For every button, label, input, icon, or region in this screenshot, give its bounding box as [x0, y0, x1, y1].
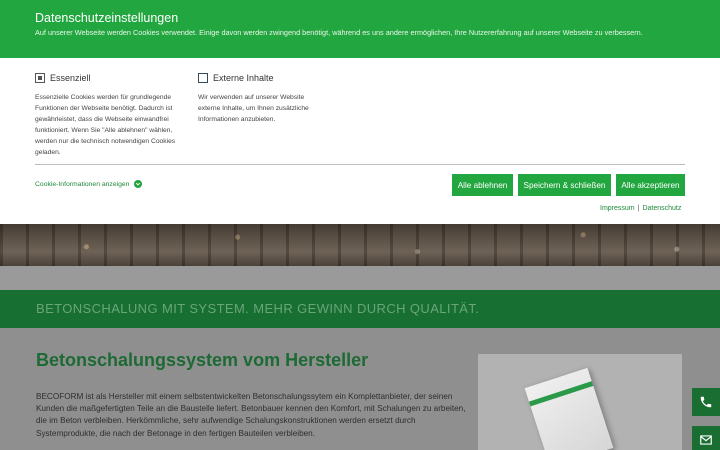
cookie-info-link[interactable]: Cookie-Informationen anzeigen	[35, 180, 143, 188]
reject-all-button[interactable]: Alle ablehnen	[452, 174, 513, 196]
hero-spacer	[0, 266, 720, 290]
category-essential: Essenziell Essenzielle Cookies werden fü…	[35, 72, 185, 158]
cookie-banner-intro: Auf unserer Webseite werden Cookies verw…	[35, 28, 643, 37]
mail-icon	[700, 435, 712, 445]
chevron-down-icon	[134, 180, 143, 188]
external-checkbox[interactable]	[198, 73, 208, 83]
cookie-banner-title: Datenschutzeinstellungen	[35, 11, 179, 25]
external-description: Wir verwenden auf unserer Website extern…	[198, 94, 309, 123]
tagline: BETONSCHALUNG MIT SYSTEM. MEHR GEWINN DU…	[36, 301, 480, 316]
essential-label: Essenziell	[50, 73, 91, 83]
accept-all-button[interactable]: Alle akzeptieren	[616, 174, 685, 196]
essential-description: Essenzielle Cookies werden für grundlege…	[35, 94, 176, 156]
save-close-button[interactable]: Speichern & schließen	[518, 174, 611, 196]
external-label: Externe Inhalte	[213, 73, 274, 83]
footer-links: Impressum | Datenschutz	[600, 205, 681, 212]
brochure-image	[524, 367, 614, 450]
intro-paragraph: BECOFORM ist als Hersteller mit einem se…	[36, 392, 466, 438]
essential-checkbox[interactable]	[35, 73, 45, 83]
hero-image-detail	[0, 218, 720, 266]
brochure-preview[interactable]	[478, 354, 682, 450]
cookie-divider	[35, 164, 685, 165]
privacy-link[interactable]: Datenschutz	[642, 205, 681, 212]
phone-icon	[700, 396, 712, 408]
cookie-info-label: Cookie-Informationen anzeigen	[35, 180, 130, 188]
footer-separator: |	[637, 205, 640, 212]
main-content: Betonschalungssystem vom Hersteller BECO…	[0, 328, 720, 450]
cookie-banner-header: Datenschutzeinstellungen Auf unserer Web…	[0, 0, 720, 58]
imprint-link[interactable]: Impressum	[600, 205, 635, 212]
phone-button[interactable]	[692, 388, 720, 416]
tagline-band: BETONSCHALUNG MIT SYSTEM. MEHR GEWINN DU…	[0, 290, 720, 328]
mail-button[interactable]	[692, 426, 720, 450]
category-external: Externe Inhalte Wir verwenden auf unsere…	[198, 72, 328, 125]
page-heading: Betonschalungssystem vom Hersteller	[36, 350, 369, 370]
cookie-banner-body: Essenziell Essenzielle Cookies werden fü…	[0, 58, 720, 224]
